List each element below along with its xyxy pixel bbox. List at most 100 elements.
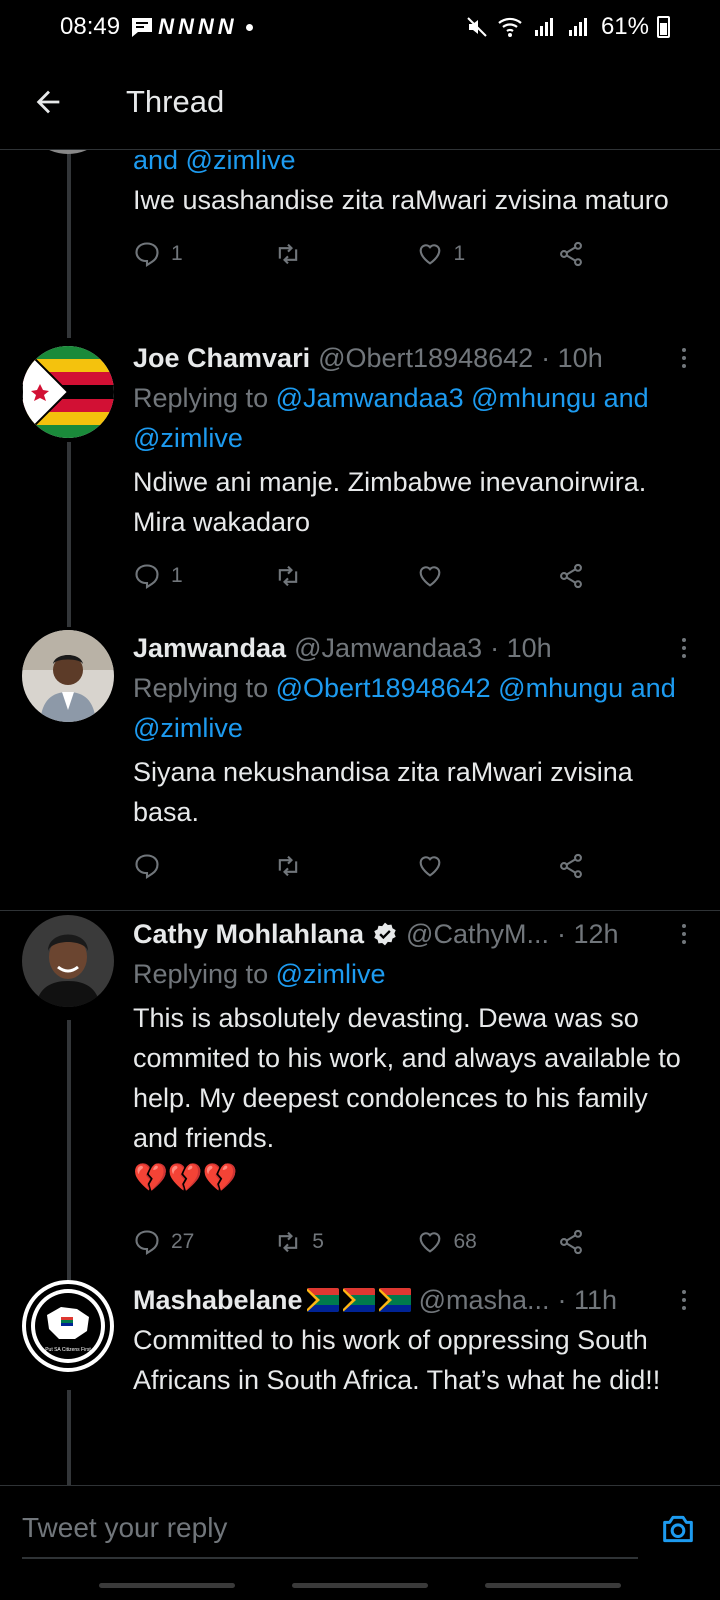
- retweet-button[interactable]: [274, 852, 415, 880]
- tweet-emoji: 💔💔💔: [133, 1162, 238, 1193]
- replying-to: Replying to @zimlive: [133, 954, 698, 994]
- more-options-button[interactable]: [682, 924, 698, 944]
- page-title: Thread: [126, 83, 225, 119]
- author-name[interactable]: Joe Chamvari: [133, 338, 310, 378]
- reply-button[interactable]: 27: [133, 1228, 274, 1256]
- share-icon: [559, 241, 582, 267]
- share-icon: [559, 1229, 582, 1255]
- thread-line: [67, 442, 71, 627]
- share-button[interactable]: [557, 852, 698, 880]
- tweet-time: · 11h: [557, 1285, 618, 1315]
- notification-n-icon: N: [197, 14, 214, 39]
- like-button[interactable]: 1: [416, 240, 557, 268]
- thread-line: [67, 150, 71, 338]
- camera-button[interactable]: [658, 1509, 698, 1549]
- heart-icon: [419, 244, 440, 265]
- signal-icon: [534, 18, 553, 36]
- avatar[interactable]: [22, 346, 114, 438]
- system-navigation-bar: [0, 1571, 720, 1600]
- like-button[interactable]: [416, 562, 557, 590]
- tweet-reply-input[interactable]: [22, 1498, 638, 1559]
- tweet-text: Siyana nekushandisa zita raMwari zvisina…: [133, 757, 633, 827]
- verified-badge-icon: [374, 922, 396, 946]
- top-app-bar: Thread: [0, 54, 720, 150]
- thread-line: [67, 1020, 71, 1280]
- status-time: 08:49: [60, 13, 121, 40]
- share-button[interactable]: [557, 1228, 698, 1256]
- retweet-button[interactable]: [274, 240, 415, 268]
- author-name[interactable]: Mashabelane: [133, 1280, 303, 1320]
- avatar[interactable]: [22, 915, 114, 1007]
- retweet-icon: [279, 243, 298, 265]
- mentions-link[interactable]: @zimlive: [276, 959, 386, 989]
- message-notification-icon: [132, 18, 153, 37]
- replying-to-label: Replying to: [133, 673, 269, 703]
- nav-back-button[interactable]: [485, 1583, 622, 1588]
- camera-icon: [663, 1515, 693, 1542]
- mute-icon: [467, 17, 487, 37]
- back-button[interactable]: [0, 54, 96, 150]
- replying-to-label: Replying to: [133, 383, 269, 413]
- tweet-actions: 1 1: [133, 234, 698, 274]
- retweet-icon: [279, 855, 298, 877]
- avatar[interactable]: Put SA Citizens First: [22, 1280, 114, 1372]
- replying-to: Replying to @Jamwandaa3 @mhungu and @zim…: [133, 378, 698, 458]
- author-handle[interactable]: @Jamwandaa3: [294, 628, 482, 668]
- more-options-button[interactable]: [682, 348, 698, 368]
- author-name[interactable]: Jamwandaa: [133, 628, 286, 668]
- heart-icon: [419, 566, 440, 587]
- notification-n-icon: N: [217, 14, 234, 39]
- reply-count: 1: [171, 242, 183, 265]
- nav-home-button[interactable]: [291, 1583, 428, 1588]
- person-avatar-icon: [22, 915, 114, 1007]
- nav-recents-button[interactable]: [98, 1583, 235, 1588]
- more-options-button[interactable]: [682, 638, 698, 658]
- status-bar: 08:49 N N N N 61%: [0, 0, 720, 54]
- comment-icon: [135, 564, 159, 590]
- back-arrow-icon: [36, 90, 60, 113]
- avatar-logo-text: Put SA Citizens First: [45, 1347, 91, 1353]
- author-handle[interactable]: @masha...: [419, 1280, 550, 1320]
- retweet-button[interactable]: [274, 562, 415, 590]
- comment-icon: [135, 854, 159, 880]
- like-button[interactable]: 68: [416, 1228, 557, 1256]
- mentions-link[interactable]: and @zimlive: [133, 150, 295, 175]
- reply-count: 27: [171, 1230, 195, 1253]
- tweet-actions: 27 5 68: [133, 1222, 698, 1262]
- tweet-actions: [133, 846, 698, 886]
- tweet-text: Iwe usashandise zita raMwari zvisina mat…: [133, 185, 669, 215]
- share-button[interactable]: [557, 240, 698, 268]
- tweet-time: · 12h: [556, 919, 619, 949]
- reply-button[interactable]: [133, 852, 274, 880]
- share-icon: [559, 563, 582, 589]
- south-africa-flag-icon: [342, 1288, 375, 1312]
- reply-composer: [0, 1485, 720, 1571]
- share-button[interactable]: [557, 562, 698, 590]
- like-button[interactable]: [416, 852, 557, 880]
- avatar[interactable]: [22, 630, 114, 722]
- more-options-button[interactable]: [682, 1290, 698, 1310]
- replying-to: Replying to @Obert18948642 @mhungu and @…: [133, 668, 698, 748]
- reply-button[interactable]: 1: [133, 240, 274, 268]
- heart-icon: [419, 1232, 440, 1253]
- comment-icon: [135, 242, 159, 268]
- south-africa-flag-icon: [306, 1288, 339, 1312]
- signal-icon-2: [568, 18, 587, 36]
- avatar[interactable]: [22, 150, 114, 154]
- notification-icons: N N N N: [130, 14, 253, 40]
- tweet-text: Ndiwe ani manje. Zimbabwe inevanoirwira.…: [133, 467, 647, 537]
- battery-icon: [657, 16, 670, 38]
- reply-button[interactable]: 1: [133, 562, 274, 590]
- retweet-icon: [279, 1231, 298, 1253]
- retweet-button[interactable]: 5: [274, 1228, 415, 1256]
- like-count: 68: [453, 1230, 477, 1253]
- share-icon: [559, 853, 582, 879]
- tweet-text: Committed to his work of oppressing Sout…: [133, 1325, 661, 1395]
- author-handle[interactable]: @Obert18948642: [318, 338, 533, 378]
- author-name[interactable]: Cathy Mohlahlana: [133, 914, 364, 954]
- retweet-count: 5: [312, 1230, 324, 1253]
- thread-timeline[interactable]: and @zimlive Iwe usashandise zita raMwar…: [0, 150, 720, 1485]
- battery-percent: 61%: [600, 13, 649, 40]
- author-handle[interactable]: @CathyM...: [406, 914, 549, 954]
- more-notifications-dot: [245, 23, 253, 31]
